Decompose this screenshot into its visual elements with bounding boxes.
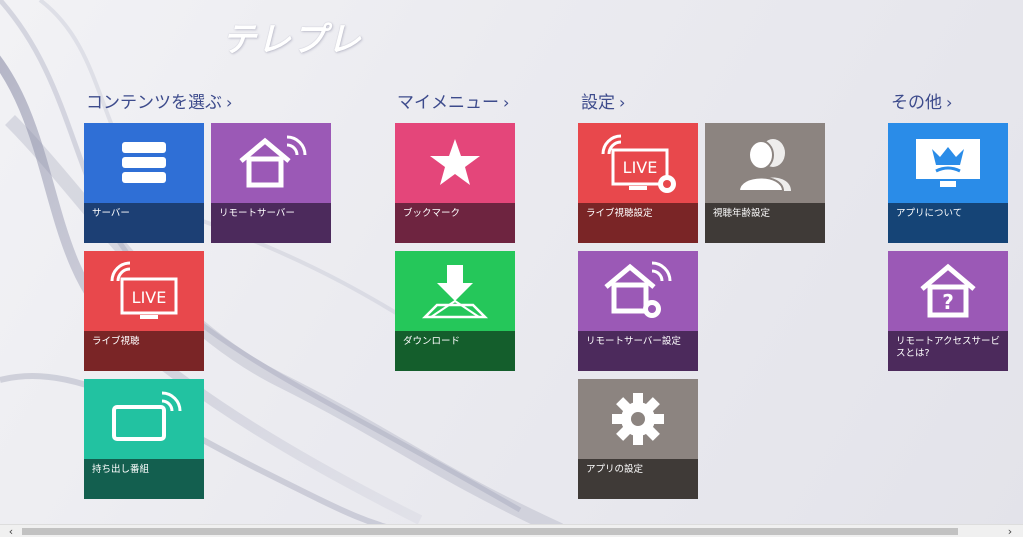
tile-live-settings[interactable]: LIVE ライブ視聴設定 [578,123,698,243]
tile-label: リモートサーバー設定 [586,336,681,347]
svg-text:?: ? [942,290,954,314]
remote-home-icon [239,135,307,188]
tile-label: サーバー [92,208,130,219]
live-settings-icon: LIVE [601,134,676,193]
tile-remote-server[interactable]: リモートサーバー [211,123,331,243]
tile-label: 持ち出し番組 [92,464,150,475]
tile-icon-area [84,123,204,203]
tile-live[interactable]: LIVE ライブ視聴 [84,251,204,371]
tile-age-settings[interactable]: 視聴年齢設定 [705,123,825,243]
section-title-other[interactable]: その他 › [891,88,952,113]
download-icon [421,265,489,319]
tile-remote-access[interactable]: ? リモートアクセスサービスとは? [888,251,1008,371]
home-question-icon: ? [920,263,976,318]
tile-label: 視聴年齢設定 [713,208,771,219]
tablet-wireless-icon [112,391,182,441]
chevron-right-icon: › [226,93,233,112]
horizontal-scrollbar[interactable]: ‹ › [0,524,1023,537]
section-title-mymenu[interactable]: マイメニュー › [397,88,509,113]
section-title-settings[interactable]: 設定 › [581,88,625,113]
scroll-thumb[interactable] [22,528,958,535]
chevron-right-icon: › [619,93,626,112]
tile-label: アプリの設定 [586,464,644,475]
tile-remote-settings[interactable]: リモートサーバー設定 [578,251,698,371]
live-icon-text: LIVE [132,288,167,307]
section-title-label: 設定 [581,93,615,113]
live-settings-icon-text: LIVE [623,158,658,177]
remote-settings-icon [604,261,672,318]
section-title-label: コンテンツを選ぶ [86,93,222,113]
tile-label: アプリについて [896,208,963,219]
users-icon [737,139,791,191]
tile-server[interactable]: サーバー [84,123,204,243]
section-title-label: マイメニュー [397,93,499,113]
app-info-icon [916,139,980,187]
tile-label: ダウンロード [403,336,461,347]
tile-label: ライブ視聴 [92,336,140,347]
tile-label: リモートサーバー [219,208,295,219]
chevron-right-icon: › [503,93,510,112]
chevron-right-icon: › [946,93,953,112]
tile-app-settings[interactable]: アプリの設定 [578,379,698,499]
server-icon [122,142,166,183]
scroll-right-button[interactable]: › [1003,525,1017,537]
section-title-label: その他 [891,93,942,113]
gear-icon [612,393,664,445]
tile-bookmark[interactable]: ブックマーク [395,123,515,243]
live-tv-icon: LIVE [110,261,178,319]
tile-label: ブックマーク [403,208,461,219]
tile-takeout[interactable]: 持ち出し番組 [84,379,204,499]
scroll-left-button[interactable]: ‹ [4,525,18,537]
app-logo: テレプレ [222,20,362,60]
tile-label: ライブ視聴設定 [586,208,653,219]
tile-label: リモートアクセスサービスとは? [896,336,1001,359]
star-icon [430,139,480,185]
tile-about[interactable]: アプリについて [888,123,1008,243]
section-title-content[interactable]: コンテンツを選ぶ › [86,88,232,113]
tile-download[interactable]: ダウンロード [395,251,515,371]
